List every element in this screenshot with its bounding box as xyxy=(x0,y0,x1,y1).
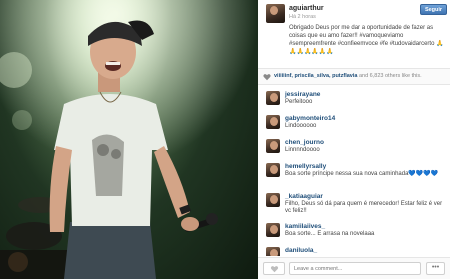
commenter-username[interactable]: daniluola_ xyxy=(285,247,317,254)
comment-bar: ••• xyxy=(258,257,450,279)
commenter-username[interactable]: chen_journo xyxy=(285,139,324,146)
commenter-avatar[interactable] xyxy=(266,223,280,237)
comment-item: chen_journo Linnnndoooo xyxy=(258,136,450,160)
comment-text: Filho, Deus só dá para quem é merecedor!… xyxy=(285,201,443,214)
comment-text: Boa sorte... E arrasa na novelaaa xyxy=(285,231,375,237)
post-time: Há 2 horas xyxy=(289,14,316,20)
post-photo xyxy=(0,0,258,279)
post-caption: Obrigado Deus por me dar a oportunidade … xyxy=(289,25,444,55)
comment-text: Linnnndoooo xyxy=(285,147,320,153)
commenter-avatar[interactable] xyxy=(266,139,280,153)
commenter-username[interactable]: kamiilaiives_ xyxy=(285,223,325,230)
comment-text: Lindoooooo xyxy=(285,123,317,129)
likers-names[interactable]: viiiiiinf, priscila_silva, putzflavia xyxy=(274,73,357,79)
more-options-button[interactable]: ••• xyxy=(426,262,445,275)
follow-button[interactable]: Seguir xyxy=(420,4,447,15)
comment-input[interactable] xyxy=(289,262,421,275)
commenter-username[interactable]: hemellyrsally xyxy=(285,163,326,170)
heart-icon xyxy=(263,74,271,81)
commenter-avatar[interactable] xyxy=(266,115,280,129)
comment-item: jessirayane Perfeitooo xyxy=(258,88,450,112)
commenter-username[interactable]: gabymonteiro14 xyxy=(285,115,335,122)
comment-item: gabymonteiro14 Lindoooooo xyxy=(258,112,450,136)
commenter-avatar[interactable] xyxy=(266,247,280,256)
author-avatar[interactable] xyxy=(266,4,285,23)
post-header: aguiarthur Há 2 horas Seguir Obrigado De… xyxy=(258,0,450,68)
post-detail-panel: aguiarthur Há 2 horas Seguir Obrigado De… xyxy=(258,0,450,279)
commenter-avatar[interactable] xyxy=(266,91,280,105)
commenter-avatar[interactable] xyxy=(266,193,280,207)
comment-text: Perfeitooo xyxy=(285,99,313,105)
commenter-username[interactable]: jessirayane xyxy=(285,91,320,98)
heart-outline-icon xyxy=(270,266,279,273)
commenter-username[interactable]: _katiaaguiar xyxy=(285,193,323,200)
comments-list[interactable]: jessirayane Perfeitooo gabymonteiro14 Li… xyxy=(258,86,450,256)
comment-item: hemellyrsally Boa sorte príncipe nessa s… xyxy=(258,160,450,184)
commenter-avatar[interactable] xyxy=(266,163,280,177)
author-username[interactable]: aguiarthur xyxy=(289,5,324,12)
likes-bar: viiiiiinf, priscila_silva, putzflavia an… xyxy=(258,68,450,85)
comment-item: kamiilaiives_ Boa sorte... E arrasa na n… xyxy=(258,220,450,244)
concert-photo-illustration xyxy=(0,0,258,279)
comment-text: Boa sorte príncipe nessa sua nova caminh… xyxy=(285,171,439,177)
likes-summary: viiiiiinf, priscila_silva, putzflavia an… xyxy=(274,73,422,79)
comment-item: daniluola_ xyxy=(258,244,450,256)
comment-item: _katiaaguiar Filho, Deus só dá para quem… xyxy=(258,190,450,214)
like-button[interactable] xyxy=(263,262,285,275)
likes-count-text: and 6,823 others like this. xyxy=(357,73,422,79)
